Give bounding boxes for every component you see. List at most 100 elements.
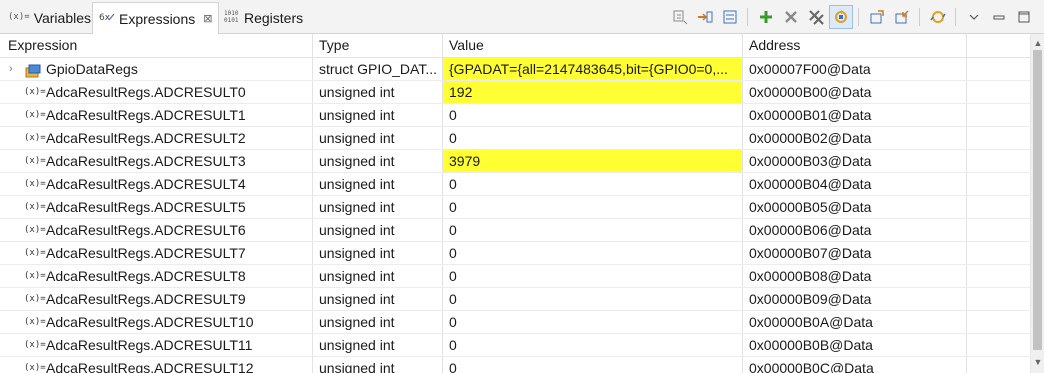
vertical-scrollbar[interactable]: ▲ ▼	[1030, 34, 1044, 373]
expression-cell[interactable]: (x)= AdcaResultRegs.ADCRESULT10	[0, 311, 313, 333]
table-row[interactable]: (x)= AdcaResultRegs.ADCRESULT10 unsigned…	[0, 311, 1030, 334]
expression-icon: (x)=	[24, 248, 46, 258]
value-cell[interactable]: 0	[443, 265, 743, 287]
expression-icon: (x)=	[24, 271, 46, 281]
value-cell[interactable]: 3979	[443, 150, 743, 172]
table-row[interactable]: (x)= AdcaResultRegs.ADCRESULT12 unsigned…	[0, 357, 1030, 373]
remove-expression-icon[interactable]	[779, 5, 803, 29]
expression-cell[interactable]: (x)= AdcaResultRegs.ADCRESULT2	[0, 127, 313, 149]
expressions-table: Expression Type Value Address › GpioData…	[0, 34, 1030, 373]
expand-icon[interactable]	[693, 5, 717, 29]
address-cell: 0x00000B07@Data	[743, 242, 967, 264]
type-cell: unsigned int	[313, 242, 443, 264]
minimize-icon[interactable]	[987, 5, 1011, 29]
type-cell: unsigned int	[313, 288, 443, 310]
expression-icon: (x)=	[24, 133, 46, 143]
show-type-names-icon[interactable]	[718, 5, 742, 29]
expression-cell[interactable]: (x)= AdcaResultRegs.ADCRESULT8	[0, 265, 313, 287]
expression-cell[interactable]: (x)= AdcaResultRegs.ADCRESULT4	[0, 173, 313, 195]
type-cell: unsigned int	[313, 219, 443, 241]
table-row[interactable]: (x)= AdcaResultRegs.ADCRESULT4 unsigned …	[0, 173, 1030, 196]
value-cell[interactable]: 0	[443, 357, 743, 373]
expression-cell[interactable]: (x)= AdcaResultRegs.ADCRESULT1	[0, 104, 313, 126]
scroll-up-icon[interactable]: ▲	[1031, 36, 1044, 50]
expression-text: AdcaResultRegs.ADCRESULT7	[46, 245, 246, 261]
value-cell[interactable]: 0	[443, 242, 743, 264]
value-cell[interactable]: 0	[443, 334, 743, 356]
type-cell: unsigned int	[313, 150, 443, 172]
registers-icon: 1010 0101	[224, 9, 240, 26]
maximize-icon[interactable]	[1012, 5, 1036, 29]
add-expression-icon[interactable]	[754, 5, 778, 29]
expression-text: AdcaResultRegs.ADCRESULT2	[46, 130, 246, 146]
table-row[interactable]: (x)= AdcaResultRegs.ADCRESULT8 unsigned …	[0, 265, 1030, 288]
expressions-view: (x)= Variables 6x Expressions ⊠ 1010 010…	[0, 0, 1044, 373]
expression-cell[interactable]: (x)= AdcaResultRegs.ADCRESULT7	[0, 242, 313, 264]
expression-icon: (x)=	[24, 202, 46, 212]
table-row[interactable]: (x)= AdcaResultRegs.ADCRESULT11 unsigned…	[0, 334, 1030, 357]
expression-cell[interactable]: (x)= AdcaResultRegs.ADCRESULT5	[0, 196, 313, 218]
chevron-right-icon[interactable]: ›	[9, 58, 19, 80]
table-row[interactable]: (x)= AdcaResultRegs.ADCRESULT1 unsigned …	[0, 104, 1030, 127]
expression-icon: (x)=	[24, 317, 46, 327]
table-row[interactable]: (x)= AdcaResultRegs.ADCRESULT5 unsigned …	[0, 196, 1030, 219]
tab-registers[interactable]: 1010 0101 Registers	[218, 2, 309, 33]
address-cell: 0x00000B08@Data	[743, 265, 967, 287]
expression-cell[interactable]: › GpioDataRegs	[0, 58, 313, 80]
expression-icon: (x)=	[24, 110, 46, 120]
value-cell[interactable]: 0	[443, 219, 743, 241]
expression-cell[interactable]: (x)= AdcaResultRegs.ADCRESULT3	[0, 150, 313, 172]
scroll-thumb[interactable]	[1033, 50, 1042, 350]
value-cell[interactable]: 0	[443, 311, 743, 333]
table-row[interactable]: (x)= AdcaResultRegs.ADCRESULT0 unsigned …	[0, 81, 1030, 104]
view-menu-icon[interactable]	[962, 5, 986, 29]
value-cell[interactable]: 192	[443, 81, 743, 103]
table-row[interactable]: (x)= AdcaResultRegs.ADCRESULT3 unsigned …	[0, 150, 1030, 173]
expression-text: AdcaResultRegs.ADCRESULT9	[46, 291, 246, 307]
table-row[interactable]: (x)= AdcaResultRegs.ADCRESULT2 unsigned …	[0, 127, 1030, 150]
column-header-address[interactable]: Address	[743, 34, 967, 57]
remove-all-icon[interactable]	[804, 5, 828, 29]
toolbar-separator	[747, 8, 748, 26]
expression-cell[interactable]: (x)= AdcaResultRegs.ADCRESULT0	[0, 81, 313, 103]
value-cell[interactable]: 0	[443, 288, 743, 310]
column-header-expression[interactable]: Expression	[0, 34, 313, 57]
continuous-refresh-icon[interactable]	[926, 5, 950, 29]
toolbar-separator	[919, 8, 920, 26]
type-cell: unsigned int	[313, 81, 443, 103]
table-row[interactable]: (x)= AdcaResultRegs.ADCRESULT7 unsigned …	[0, 242, 1030, 265]
expression-text: AdcaResultRegs.ADCRESULT0	[46, 84, 246, 100]
expression-cell[interactable]: (x)= AdcaResultRegs.ADCRESULT11	[0, 334, 313, 356]
column-header-type[interactable]: Type	[313, 34, 443, 57]
tab-variables[interactable]: (x)= Variables	[2, 2, 97, 33]
close-icon[interactable]: ⊠	[203, 12, 212, 25]
expression-text: GpioDataRegs	[46, 61, 138, 77]
expression-text: AdcaResultRegs.ADCRESULT1	[46, 107, 246, 123]
address-cell: 0x00000B01@Data	[743, 104, 967, 126]
value-cell[interactable]: 0	[443, 104, 743, 126]
expression-cell[interactable]: (x)= AdcaResultRegs.ADCRESULT6	[0, 219, 313, 241]
expression-text: AdcaResultRegs.ADCRESULT3	[46, 153, 246, 169]
filler-cell	[967, 242, 1030, 264]
table-row[interactable]: › GpioDataRegs struct GPIO_DAT... {GPADA…	[0, 58, 1030, 81]
value-cell[interactable]: 0	[443, 196, 743, 218]
address-cell: 0x00000B0A@Data	[743, 311, 967, 333]
expression-cell[interactable]: (x)= AdcaResultRegs.ADCRESULT12	[0, 357, 313, 373]
expression-icon: (x)=	[24, 156, 46, 166]
address-cell: 0x00000B0C@Data	[743, 357, 967, 373]
column-header-value[interactable]: Value	[443, 34, 743, 57]
value-cell[interactable]: 0	[443, 173, 743, 195]
scroll-down-icon[interactable]: ▼	[1031, 355, 1044, 369]
export-icon[interactable]	[865, 5, 889, 29]
table-row[interactable]: (x)= AdcaResultRegs.ADCRESULT6 unsigned …	[0, 219, 1030, 242]
expression-text: AdcaResultRegs.ADCRESULT8	[46, 268, 246, 284]
type-cell: unsigned int	[313, 127, 443, 149]
import-icon[interactable]	[890, 5, 914, 29]
value-cell[interactable]: {GPADAT={all=2147483645,bit={GPIO0=0,...	[443, 58, 743, 80]
collapse-all-icon[interactable]	[668, 5, 692, 29]
tab-expressions[interactable]: 6x Expressions ⊠	[92, 2, 220, 34]
expression-cell[interactable]: (x)= AdcaResultRegs.ADCRESULT9	[0, 288, 313, 310]
value-cell[interactable]: 0	[443, 127, 743, 149]
refresh-icon[interactable]	[829, 5, 853, 29]
table-row[interactable]: (x)= AdcaResultRegs.ADCRESULT9 unsigned …	[0, 288, 1030, 311]
